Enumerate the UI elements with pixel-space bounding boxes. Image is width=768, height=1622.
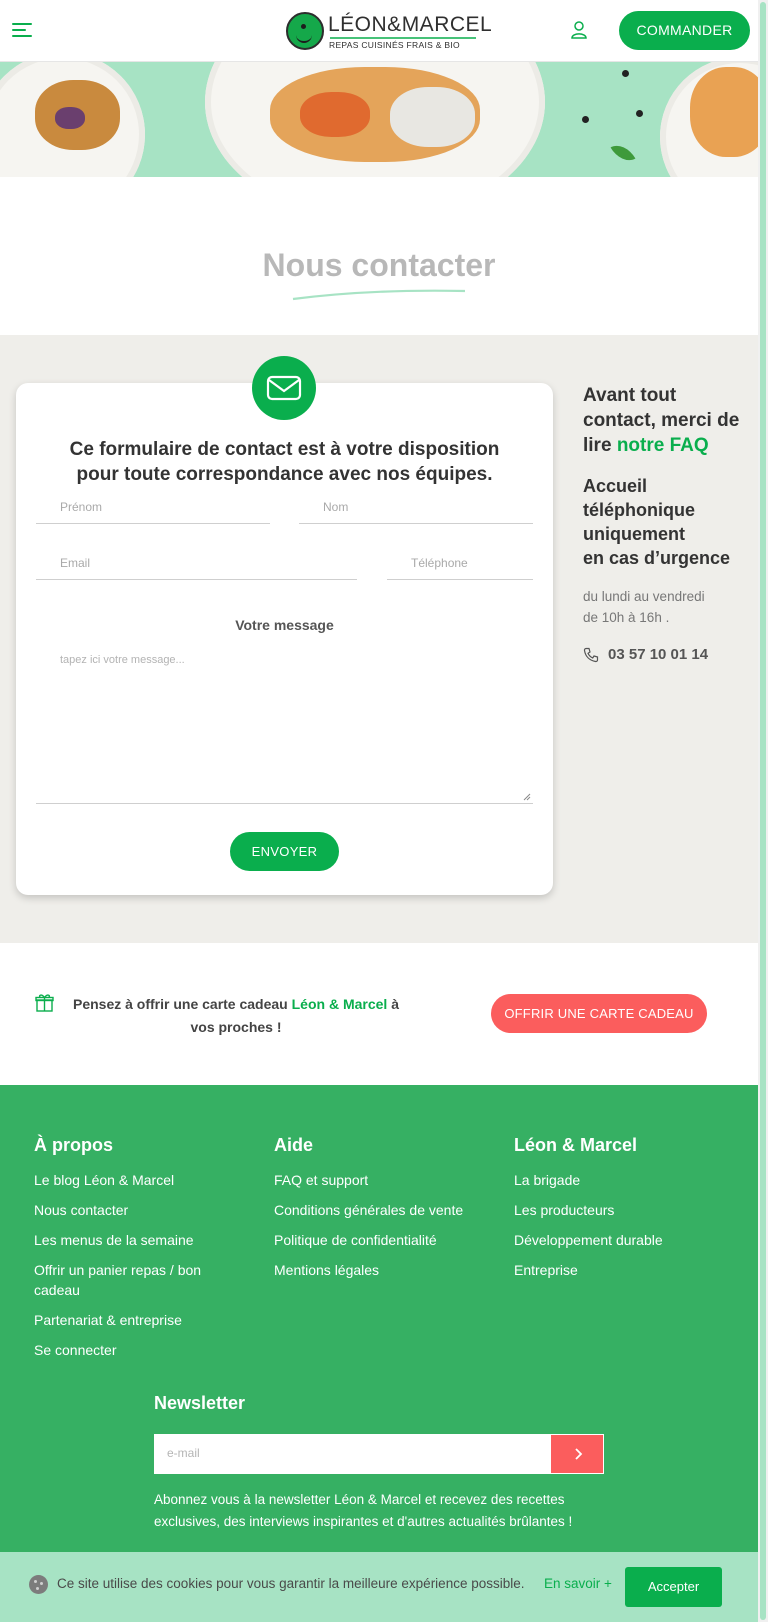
footer-column-about: À propos Le blog Léon & Marcel Nous cont… [34,1135,244,1370]
cookie-banner: Ce site utilise des cookies pour vous ga… [0,1552,758,1622]
opening-days: du lundi au vendredi [583,589,705,604]
footer-column-title: À propos [34,1135,113,1155]
gift-brand-link[interactable]: Léon & Marcel [292,996,388,1012]
footer-link-terms[interactable]: Conditions générales de vente [274,1200,494,1220]
cookie-icon [29,1575,48,1594]
gift-icon [35,994,54,1012]
footer-link-privacy[interactable]: Politique de confidentialité [274,1230,494,1250]
opening-hours: du lundi au vendredi de 10h à 16h . [583,586,743,628]
footer-column-company: Léon & Marcel La brigade Les producteurs… [514,1135,724,1290]
gift-card-band: Pensez à offrir une carte cadeau Léon & … [0,943,758,1085]
phone-contact[interactable]: 03 57 10 01 14 [583,646,743,663]
message-label: Votre message [235,617,334,633]
footer-column-title: Aide [274,1135,314,1155]
email-field[interactable]: Email [36,550,357,580]
gift-card-button[interactable]: OFFRIR UNE CARTE CADEAU [491,994,707,1033]
last-name-field[interactable]: Nom [299,494,533,524]
opening-times: de 10h à 16h . [583,610,670,625]
phone-support-heading-line2: en cas d’urgence [583,548,731,568]
site-footer: À propos Le blog Léon & Marcel Nous cont… [0,1085,758,1622]
phone-support-heading: Accueil téléphonique uniquement en cas d… [583,474,743,570]
page-title: Nous contacter [262,247,496,283]
logo-name: LÉON&MARCEL [328,13,493,36]
title-underline-stroke [292,289,466,301]
footer-link-faq[interactable]: FAQ et support [274,1170,494,1190]
title-section: Nous contacter [0,177,758,335]
message-placeholder: tapez ici votre message... [60,654,185,666]
newsletter-email-input[interactable]: e-mail [154,1434,550,1474]
gift-text-before: Pensez à offrir une carte cadeau [72,996,292,1012]
footer-column-title: Léon & Marcel [514,1135,638,1155]
footer-link-sustainability[interactable]: Développement durable [514,1230,724,1250]
form-heading: Ce formulaire de contact est à votre dis… [69,439,500,485]
hamburger-menu-icon[interactable] [12,20,34,40]
newsletter-form: e-mail [154,1434,604,1474]
faq-notice: Avant tout contact, merci de lire notre … [583,383,743,458]
logo-underline [330,37,476,39]
footer-link-login[interactable]: Se connecter [34,1340,244,1360]
user-account-icon[interactable] [571,21,587,39]
footer-link-producers[interactable]: Les producteurs [514,1200,724,1220]
gift-card-text: Pensez à offrir une carte cadeau Léon & … [60,993,412,1039]
cookie-accept-button[interactable]: Accepter [625,1567,722,1607]
phone-support-heading-line1: Accueil téléphonique uniquement [583,476,695,544]
footer-link-blog[interactable]: Le blog Léon & Marcel [34,1170,244,1190]
footer-link-contact[interactable]: Nous contacter [34,1200,244,1220]
contact-info: Avant tout contact, merci de lire notre … [583,383,743,663]
phone-icon [583,647,599,662]
mail-badge [252,356,316,420]
chevron-right-icon [575,1448,583,1460]
contact-section: Ce formulaire de contact est à votre dis… [0,335,758,943]
footer-link-partnership[interactable]: Partenariat & entreprise [34,1310,244,1330]
logo-tagline: REPAS CUISINÉS FRAIS & BIO [329,40,460,50]
phone-number: 03 57 10 01 14 [608,646,709,663]
footer-link-brigade[interactable]: La brigade [514,1170,724,1190]
hero-banner-image [0,62,758,177]
contact-form: Ce formulaire de contact est à votre dis… [16,383,553,895]
footer-column-help: Aide FAQ et support Conditions générales… [274,1135,494,1290]
faq-link[interactable]: notre FAQ [617,435,709,456]
newsletter-block: Newsletter e-mail Abonnez vous à la news… [154,1393,604,1529]
phone-field[interactable]: Téléphone [387,550,533,580]
order-button[interactable]: COMMANDER [619,11,750,50]
footer-link-business[interactable]: Entreprise [514,1260,724,1280]
last-name-placeholder: Nom [323,500,349,514]
logo-face-icon [286,12,324,50]
site-header: LÉON&MARCEL REPAS CUISINÉS FRAIS & BIO C… [0,0,758,62]
submit-button[interactable]: ENVOYER [230,832,339,871]
scrollbar-thumb[interactable] [760,2,766,1620]
first-name-placeholder: Prénom [60,500,103,514]
cookie-message: Ce site utilise des cookies pour vous ga… [57,1576,525,1591]
email-placeholder: Email [60,556,91,570]
envelope-icon [266,375,302,401]
first-name-field[interactable]: Prénom [36,494,270,524]
newsletter-placeholder: e-mail [167,1446,200,1460]
resize-handle-icon[interactable] [523,793,531,801]
newsletter-description: Abonnez vous à la newsletter Léon & Marc… [154,1492,573,1529]
footer-link-weekly-menus[interactable]: Les menus de la semaine [34,1230,244,1250]
newsletter-submit-button[interactable] [550,1434,604,1474]
cookie-learn-more-link[interactable]: En savoir + [544,1576,612,1591]
footer-link-gift-basket[interactable]: Offrir un panier repas / bon cadeau [34,1260,244,1300]
footer-link-legal[interactable]: Mentions légales [274,1260,494,1280]
phone-placeholder: Téléphone [411,556,468,570]
message-textarea[interactable]: tapez ici votre message... [36,639,533,804]
site-logo[interactable]: LÉON&MARCEL REPAS CUISINÉS FRAIS & BIO [286,10,492,54]
newsletter-title: Newsletter [154,1393,246,1413]
